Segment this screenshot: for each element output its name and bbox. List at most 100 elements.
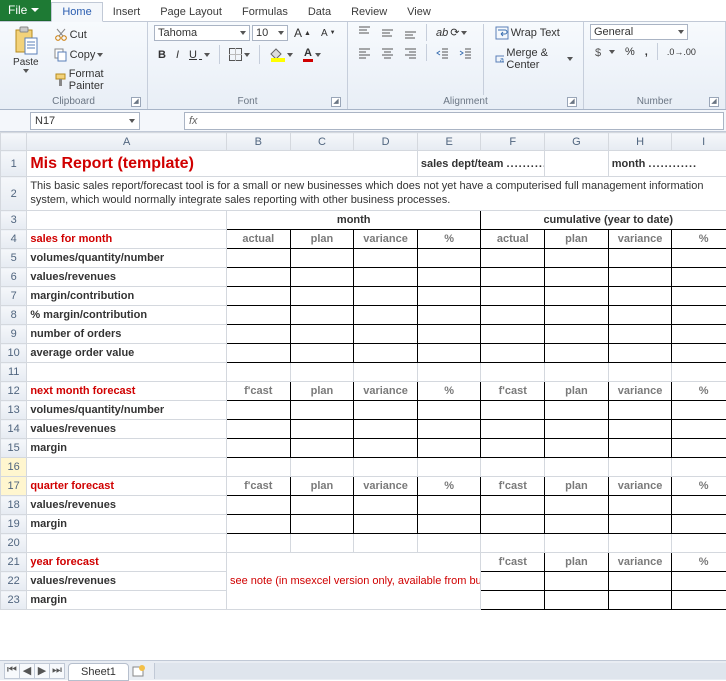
borders-button[interactable] [225, 46, 254, 63]
chevron-down-icon [31, 8, 39, 12]
align-left-button[interactable] [354, 44, 375, 61]
row-header[interactable]: 4 [1, 230, 27, 249]
orientation-button[interactable]: ab⟳ [432, 24, 471, 41]
percent-format-button[interactable]: % [621, 44, 639, 60]
font-face-select[interactable]: Tahoma [154, 25, 250, 41]
row-header[interactable]: 7 [1, 287, 27, 306]
col-header[interactable]: E [417, 133, 481, 151]
dept-dots: ............ [506, 158, 544, 170]
chevron-down-icon [244, 53, 250, 57]
tab-formulas[interactable]: Formulas [232, 3, 298, 21]
row-header[interactable]: 19 [1, 515, 27, 534]
row-header[interactable]: 12 [1, 382, 27, 401]
col-header[interactable]: B [226, 133, 290, 151]
tab-home[interactable]: Home [51, 2, 102, 22]
row-header[interactable]: 2 [1, 177, 27, 211]
row-header[interactable]: 8 [1, 306, 27, 325]
col-variance: variance [354, 230, 418, 249]
row-header[interactable]: 5 [1, 249, 27, 268]
col-header[interactable]: F [481, 133, 545, 151]
row-header[interactable]: 1 [1, 151, 27, 177]
separator [219, 45, 220, 64]
row-header[interactable]: 22 [1, 572, 27, 591]
row-header[interactable]: 13 [1, 401, 27, 420]
col-header[interactable]: A [27, 133, 227, 151]
dialog-launcher-icon[interactable]: ◢ [131, 97, 141, 107]
row-header[interactable]: 15 [1, 439, 27, 458]
formula-input[interactable]: fx [184, 112, 724, 130]
grow-font-button[interactable]: A▲ [290, 24, 315, 42]
col-header[interactable]: H [608, 133, 672, 151]
format-painter-button[interactable]: Format Painter [50, 66, 141, 94]
wrap-text-button[interactable]: Wrap Text [491, 24, 577, 42]
row-header[interactable]: 18 [1, 496, 27, 515]
col-header[interactable]: G [545, 133, 609, 151]
sheet-nav-last[interactable]: ⏭ [49, 663, 65, 679]
row-header[interactable]: 16 [1, 458, 27, 477]
tab-page-layout[interactable]: Page Layout [150, 3, 232, 21]
sheet-nav-next[interactable]: ▶ [34, 663, 50, 679]
row-header[interactable]: 21 [1, 553, 27, 572]
col-header[interactable]: D [354, 133, 418, 151]
font-color-button[interactable]: A [299, 45, 325, 64]
align-top-button[interactable] [354, 24, 375, 41]
fx-icon[interactable]: fx [189, 115, 198, 127]
italic-button[interactable]: I [172, 47, 183, 63]
paste-label: Paste [13, 57, 39, 68]
tab-insert[interactable]: Insert [103, 3, 151, 21]
col-pct: % [417, 230, 481, 249]
spreadsheet-grid[interactable]: A B C D E F G H I 1 Mis Report (template… [0, 132, 726, 660]
comma-format-button[interactable]: , [641, 44, 652, 60]
fill-color-button[interactable] [265, 46, 297, 64]
dialog-launcher-icon[interactable]: ◢ [709, 97, 719, 107]
align-center-button[interactable] [377, 44, 398, 61]
row-label: values/revenues [27, 496, 227, 515]
col-header[interactable]: I [672, 133, 726, 151]
align-middle-icon [381, 26, 394, 39]
copy-button[interactable]: Copy [50, 46, 141, 64]
section-sales: sales for month [27, 230, 227, 249]
number-format-value: General [594, 26, 633, 38]
file-tab[interactable]: File [0, 0, 51, 21]
font-size-select[interactable]: 10 [252, 25, 288, 41]
row-header[interactable]: 11 [1, 363, 27, 382]
new-sheet-button[interactable] [131, 663, 147, 679]
row-header[interactable]: 14 [1, 420, 27, 439]
dialog-launcher-icon[interactable]: ◢ [567, 97, 577, 107]
align-bottom-button[interactable] [400, 24, 421, 41]
row-header[interactable]: 10 [1, 344, 27, 363]
increase-decimal-button[interactable]: .0→.00 [663, 45, 700, 59]
tab-view[interactable]: View [397, 3, 441, 21]
tab-data[interactable]: Data [298, 3, 341, 21]
align-middle-button[interactable] [377, 24, 398, 41]
merge-center-button[interactable]: aMerge & Center [491, 45, 577, 73]
decrease-indent-button[interactable] [432, 44, 453, 61]
name-box[interactable]: N17 [30, 112, 140, 130]
row-header[interactable]: 23 [1, 591, 27, 610]
sheet-tab[interactable]: Sheet1 [68, 663, 129, 681]
chevron-down-icon [23, 69, 29, 73]
ribbon-tabs: File Home Insert Page Layout Formulas Da… [0, 0, 726, 22]
bold-button[interactable]: B [154, 47, 170, 63]
select-all-corner[interactable] [1, 133, 27, 151]
shrink-font-button[interactable]: A▼ [317, 26, 340, 41]
sheet-nav-prev[interactable]: ◀ [19, 663, 35, 679]
col-header[interactable]: C [290, 133, 354, 151]
col-plan: plan [290, 230, 354, 249]
row-header[interactable]: 20 [1, 534, 27, 553]
dialog-launcher-icon[interactable]: ◢ [331, 97, 341, 107]
horizontal-scrollbar[interactable] [154, 663, 726, 679]
sheet-nav-first[interactable]: ⏮ [4, 663, 20, 679]
row-header[interactable]: 9 [1, 325, 27, 344]
align-right-button[interactable] [400, 44, 421, 61]
accounting-format-button[interactable]: $ [590, 43, 619, 60]
row-header[interactable]: 3 [1, 211, 27, 230]
tab-review[interactable]: Review [341, 3, 397, 21]
paste-button[interactable]: Paste [6, 24, 46, 73]
number-format-select[interactable]: General [590, 24, 688, 40]
underline-button[interactable]: U [185, 47, 214, 63]
row-header[interactable]: 6 [1, 268, 27, 287]
increase-indent-button[interactable] [455, 44, 476, 61]
row-header[interactable]: 17 [1, 477, 27, 496]
cut-button[interactable]: Cut [50, 26, 141, 44]
